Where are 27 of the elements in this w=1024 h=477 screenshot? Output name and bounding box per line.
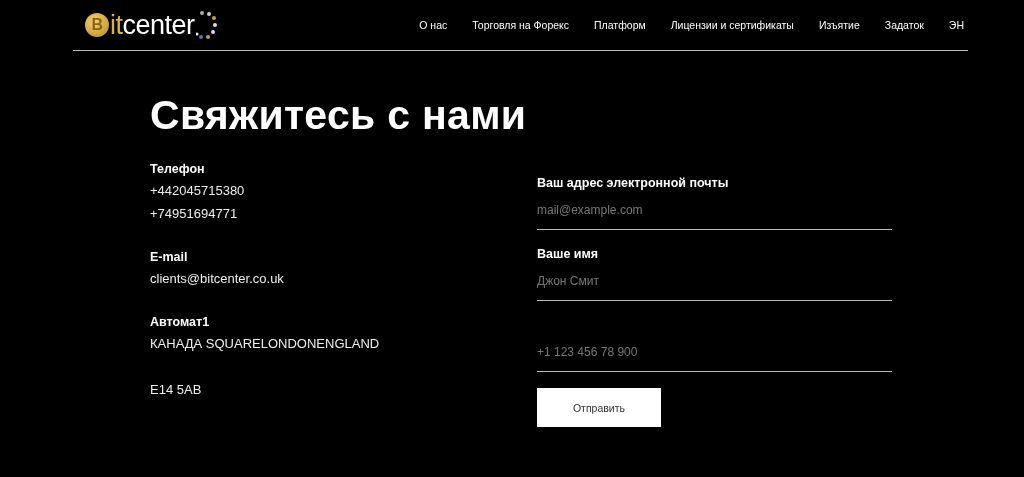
nav-link[interactable]: Изъятие [818, 19, 860, 31]
input-field[interactable]: Джон Смит [537, 264, 892, 301]
input-field[interactable]: mail@example.com [537, 193, 892, 230]
nav-link[interactable]: Задаток [884, 19, 924, 31]
nav-link[interactable]: Платформ [594, 19, 646, 31]
contact-value: КАНАДА SQUARELONDONENGLAND [150, 335, 381, 353]
nav-link[interactable]: О нас [419, 19, 448, 31]
coin-logo: B [85, 13, 109, 37]
input-field[interactable]: +1 123 456 78 900 [537, 335, 892, 372]
nav-link[interactable]: ЭН [948, 19, 964, 31]
field-label: Ваше имя [537, 246, 600, 263]
contact-label: Автомат1 [150, 314, 211, 331]
logo-text: center [122, 9, 195, 41]
contact-value: clients@bitcenter.co.uk [150, 270, 285, 288]
nav-link[interactable]: Торговля на Форекс [472, 19, 570, 31]
postcode: E14 5AB [150, 381, 203, 399]
logo[interactable]: B itcenter [85, 9, 218, 41]
logo-text-accent: it [110, 9, 123, 41]
field-label: Ваш адрес электронной почты [537, 175, 730, 192]
contact-label: Телефон [150, 161, 206, 178]
contact-label: E-mail [150, 249, 189, 266]
nav-link[interactable]: Лицензии и сертификаты [670, 19, 794, 31]
page-title: Свяжитесь с нами [150, 91, 528, 139]
dots-icon [195, 10, 218, 40]
contact-value: +442045715380 [150, 182, 246, 200]
contact-value: +74951694771 [150, 205, 239, 223]
submit-button[interactable]: Отправить [537, 388, 661, 427]
